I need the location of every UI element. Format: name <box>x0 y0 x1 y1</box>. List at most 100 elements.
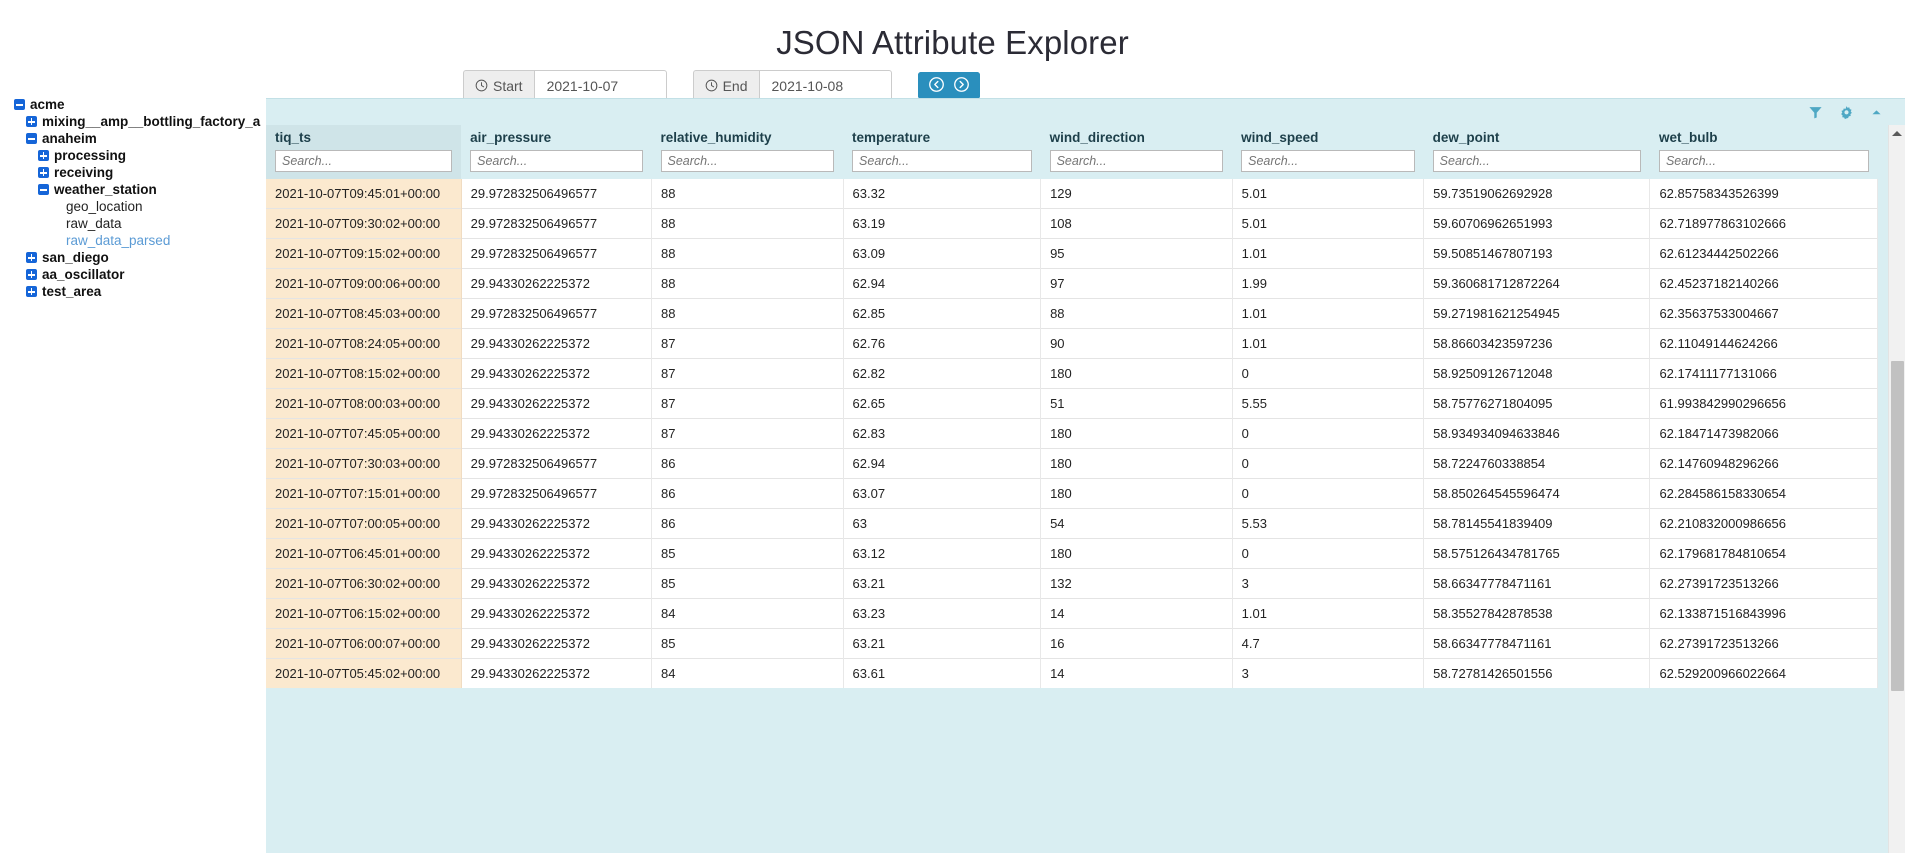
column-search-input-tiq_ts[interactable] <box>275 150 453 172</box>
table-row[interactable]: 2021-10-07T08:15:02+00:00 29.943302622253… <box>266 358 1878 389</box>
tree-item-san_diego[interactable]: san_diego <box>0 249 266 266</box>
table-row[interactable]: 2021-10-07T08:24:05+00:00 29.943302622253… <box>266 328 1878 359</box>
table-header-row: tiq_ts air_pressure relative_humidity tempe… <box>266 125 1878 179</box>
cell-temperature: 62.65 <box>843 388 1042 419</box>
cell-dew_point: 59.60706962651993 <box>1423 208 1651 239</box>
cell-air_pressure: 29.94330262225372 <box>461 658 653 689</box>
column-header-tiq_ts[interactable]: tiq_ts <box>266 125 462 179</box>
tree-item-processing[interactable]: processing <box>0 147 266 164</box>
next-range-button[interactable] <box>948 72 980 99</box>
tree-item-receiving[interactable]: receiving <box>0 164 266 181</box>
tree-item-aa_oscillator[interactable]: aa_oscillator <box>0 266 266 283</box>
table-row[interactable]: 2021-10-07T07:30:03+00:00 29.972832506496… <box>266 448 1878 479</box>
cell-wet_bulb: 62.529200966022664 <box>1649 658 1878 689</box>
table-row[interactable]: 2021-10-07T06:45:01+00:00 29.943302622253… <box>266 538 1878 569</box>
column-search-input-wind_speed[interactable] <box>1241 150 1415 172</box>
tree-item-raw_data[interactable]: raw_data <box>0 215 266 232</box>
expand-icon[interactable] <box>26 116 37 127</box>
column-header-wind_direction[interactable]: wind_direction <box>1040 125 1233 179</box>
expand-icon[interactable] <box>26 286 37 297</box>
cell-wet_bulb: 62.17411177131066 <box>1649 358 1878 389</box>
table-row[interactable]: 2021-10-07T08:45:03+00:00 29.972832506496… <box>266 298 1878 329</box>
tree-item-acme[interactable]: acme <box>0 96 266 113</box>
cell-wind_speed: 0 <box>1232 448 1425 479</box>
expand-icon[interactable] <box>26 269 37 280</box>
cell-wind_speed: 1.01 <box>1232 238 1425 269</box>
scrollbar-thumb[interactable] <box>1891 361 1904 691</box>
table-row[interactable]: 2021-10-07T09:15:02+00:00 29.972832506496… <box>266 238 1878 269</box>
cell-wind_speed: 1.01 <box>1232 328 1425 359</box>
column-header-dew_point[interactable]: dew_point <box>1423 125 1650 179</box>
collapse-icon[interactable] <box>14 99 25 110</box>
scroll-up-button[interactable] <box>1889 125 1905 142</box>
cell-wind_direction: 129 <box>1040 179 1233 209</box>
cell-air_pressure: 29.94330262225372 <box>461 268 653 299</box>
expand-icon[interactable] <box>26 252 37 263</box>
column-header-wind_speed[interactable]: wind_speed <box>1232 125 1424 179</box>
column-search-input-air_pressure[interactable] <box>470 150 643 172</box>
filter-icon[interactable] <box>1808 105 1823 120</box>
table-row[interactable]: 2021-10-07T09:45:01+00:00 29.972832506496… <box>266 179 1878 209</box>
cell-tiq_ts: 2021-10-07T07:45:05+00:00 <box>266 418 462 449</box>
previous-range-button[interactable] <box>917 72 949 99</box>
tree-item-weather_station[interactable]: weather_station <box>0 181 266 198</box>
table-body: 2021-10-07T09:45:01+00:00 29.972832506496… <box>266 179 1878 689</box>
column-header-air_pressure[interactable]: air_pressure <box>461 125 652 179</box>
collapse-icon[interactable] <box>1870 106 1883 119</box>
cell-dew_point: 58.78145541839409 <box>1423 508 1651 539</box>
column-header-temperature[interactable]: temperature <box>843 125 1041 179</box>
cell-tiq_ts: 2021-10-07T05:45:02+00:00 <box>266 658 462 689</box>
column-header-wet_bulb[interactable]: wet_bulb <box>1649 125 1878 179</box>
cell-wet_bulb: 62.718977863102666 <box>1649 208 1878 239</box>
table-row[interactable]: 2021-10-07T08:00:03+00:00 29.943302622253… <box>266 388 1878 419</box>
column-search-input-wet_bulb[interactable] <box>1658 150 1869 172</box>
tree-item-raw_data_parsed[interactable]: raw_data_parsed <box>0 232 266 249</box>
column-search-input-temperature[interactable] <box>852 150 1032 172</box>
expand-icon[interactable] <box>38 167 49 178</box>
table-row[interactable]: 2021-10-07T09:00:06+00:00 29.943302622253… <box>266 268 1878 299</box>
end-date-input[interactable] <box>758 70 892 101</box>
tree-item-geo_location[interactable]: geo_location <box>0 198 266 215</box>
table-row[interactable]: 2021-10-07T06:30:02+00:00 29.943302622253… <box>266 568 1878 599</box>
cell-relative_humidity: 88 <box>651 179 844 209</box>
column-search-input-wind_direction[interactable] <box>1049 150 1224 172</box>
cell-temperature: 62.94 <box>843 448 1042 479</box>
gear-icon[interactable] <box>1839 105 1854 120</box>
cell-wet_bulb: 62.284586158330654 <box>1649 478 1878 509</box>
cell-wind_speed: 0 <box>1232 538 1425 569</box>
cell-wind_direction: 180 <box>1040 418 1233 449</box>
table-row[interactable]: 2021-10-07T07:45:05+00:00 29.943302622253… <box>266 418 1878 449</box>
cell-wind_speed: 3 <box>1232 568 1425 599</box>
tree-item-test_area[interactable]: test_area <box>0 283 266 300</box>
tree-item-anaheim[interactable]: anaheim <box>0 130 266 147</box>
cell-wind_speed: 0 <box>1232 478 1425 509</box>
column-search-input-dew_point[interactable] <box>1432 150 1641 172</box>
cell-tiq_ts: 2021-10-07T07:15:01+00:00 <box>266 478 462 509</box>
cell-dew_point: 58.66347778471161 <box>1423 568 1651 599</box>
table-row[interactable]: 2021-10-07T07:00:05+00:00 29.943302622253… <box>266 508 1878 539</box>
cell-wet_bulb: 62.61234442502266 <box>1649 238 1878 269</box>
tree-item-label: receiving <box>54 165 114 180</box>
table-row[interactable]: 2021-10-07T07:15:01+00:00 29.972832506496… <box>266 478 1878 509</box>
expand-icon[interactable] <box>38 150 49 161</box>
cell-air_pressure: 29.972832506496577 <box>461 238 653 269</box>
column-search-input-relative_humidity[interactable] <box>660 150 835 172</box>
cell-dew_point: 58.92509126712048 <box>1423 358 1651 389</box>
vertical-scrollbar[interactable] <box>1888 125 1905 853</box>
table-row[interactable]: 2021-10-07T06:15:02+00:00 29.943302622253… <box>266 598 1878 629</box>
end-date-addon: End <box>692 70 759 101</box>
cell-dew_point: 58.75776271804095 <box>1423 388 1651 419</box>
table-row[interactable]: 2021-10-07T06:00:07+00:00 29.943302622253… <box>266 628 1878 659</box>
tree-item-mixing__amp__bottling_factory_a[interactable]: mixing__amp__bottling_factory_a <box>0 113 266 130</box>
column-header-relative_humidity[interactable]: relative_humidity <box>651 125 844 179</box>
collapse-icon[interactable] <box>38 184 49 195</box>
collapse-icon[interactable] <box>26 133 37 144</box>
cell-dew_point: 58.66347778471161 <box>1423 628 1651 659</box>
table-row[interactable]: 2021-10-07T09:30:02+00:00 29.972832506496… <box>266 208 1878 239</box>
cell-tiq_ts: 2021-10-07T06:15:02+00:00 <box>266 598 462 629</box>
cell-temperature: 62.83 <box>843 418 1042 449</box>
cell-wet_bulb: 62.35637533004667 <box>1649 298 1878 329</box>
table-row[interactable]: 2021-10-07T05:45:02+00:00 29.943302622253… <box>266 658 1878 689</box>
cell-air_pressure: 29.94330262225372 <box>461 538 653 569</box>
start-date-input[interactable] <box>533 70 667 101</box>
